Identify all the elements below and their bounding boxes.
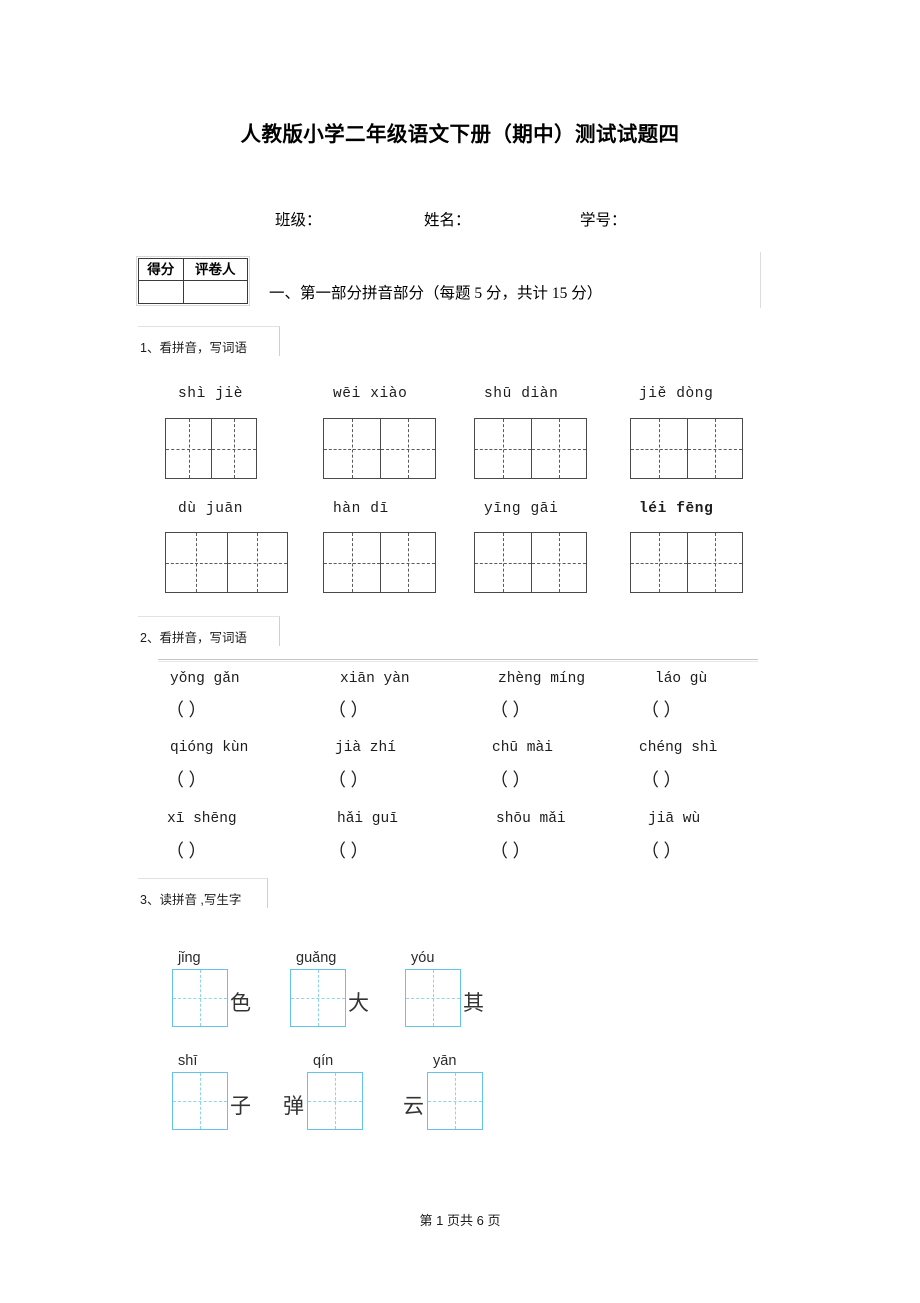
q3-item-2-pinyin: guǎng (296, 950, 337, 966)
q2-r1-pinyin-3: zhèng míng (498, 671, 586, 687)
q3-item-3-char: 其 (463, 991, 484, 1015)
q2-r1-answer-2[interactable]: （ ） (328, 696, 369, 722)
grid-cell[interactable] (631, 419, 687, 478)
q1-r1-pinyin-4: jiě dòng (639, 386, 714, 402)
question-3-label: 3、读拼音 ,写生字 (140, 893, 242, 907)
q3-item-1-char: 色 (230, 991, 251, 1015)
grid-cell[interactable] (686, 419, 743, 478)
grid-cell[interactable] (686, 533, 743, 592)
score-table: 得分 评卷人 (138, 258, 249, 304)
q2-r2-pinyin-4: chéng shì (639, 740, 718, 756)
q1-r2-pinyin-3: yīng gāi (484, 501, 559, 517)
grid-cell[interactable] (226, 533, 288, 592)
grid-cell[interactable] (324, 419, 380, 478)
q1-r1-grid-1[interactable] (165, 418, 257, 479)
q1-r2-pinyin-2: hàn dī (333, 501, 389, 517)
question-1-label: 1、看拼音，写词语 (140, 341, 247, 355)
q2-r3-answer-1[interactable]: （ ） (166, 837, 207, 863)
q3-item-3-pinyin: yóu (411, 950, 435, 966)
grid-cell[interactable] (530, 419, 587, 478)
q2-r3-answer-4[interactable]: （ ） (641, 837, 682, 863)
q3-item-2-char: 大 (348, 991, 369, 1015)
grader-value-cell[interactable] (182, 280, 249, 304)
score-table-header-row: 得分 评卷人 (138, 258, 249, 281)
q2-r2-pinyin-3: chū mài (492, 740, 553, 756)
q3-item-4-char: 子 (230, 1094, 251, 1118)
q3-item-5-pinyin: qín (313, 1053, 334, 1069)
score-table-value-row (138, 280, 249, 304)
q1-r1-grid-2[interactable] (323, 418, 436, 479)
q2-r1-answer-4[interactable]: （ ） (641, 696, 682, 722)
q1-r1-grid-3[interactable] (474, 418, 587, 479)
q2-r2-pinyin-1: qióng kùn (170, 740, 249, 756)
grid-cell[interactable] (475, 419, 531, 478)
page-title: 人教版小学二年级语文下册（期中）测试试题四 (240, 124, 680, 146)
q2-r2-answer-2[interactable]: （ ） (328, 766, 369, 792)
q2-r1-pinyin-2: xiān yàn (340, 671, 410, 687)
score-value-cell[interactable] (138, 280, 184, 304)
q1-r2-grid-3[interactable] (474, 532, 587, 593)
q2-r2-answer-3[interactable]: （ ） (490, 766, 531, 792)
q2-r1-answer-1[interactable]: （ ） (166, 696, 207, 722)
class-field-label: 班级： (275, 212, 322, 229)
q2-r3-pinyin-4: jiā wù (648, 811, 701, 827)
q3-item-3-grid[interactable] (405, 969, 461, 1027)
q2-r1-pinyin-1: yǒng gǎn (170, 671, 240, 687)
student-id-field-label: 学号： (580, 212, 627, 229)
grid-cell[interactable] (475, 533, 531, 592)
q2-r1-answer-3[interactable]: （ ） (490, 696, 531, 722)
grid-cell[interactable] (631, 533, 687, 592)
q1-r2-pinyin-1: dù juān (178, 501, 244, 517)
q1-r2-pinyin-4: léi fēng (639, 501, 714, 517)
q3-item-4-grid[interactable] (172, 1072, 228, 1130)
q2-r2-answer-4[interactable]: （ ） (641, 766, 682, 792)
q3-item-4-pinyin: shī (178, 1053, 198, 1069)
q1-r2-grid-4[interactable] (630, 532, 743, 593)
section-heading: 一、第一部分拼音部分（每题 5 分，共计 15 分） (269, 285, 603, 302)
grid-cell[interactable] (530, 533, 587, 592)
student-info-row: 班级： 姓名： 学号： (275, 208, 775, 232)
q2-r3-pinyin-2: hǎi guī (337, 811, 398, 827)
name-field-label: 姓名： (424, 212, 471, 229)
page-footer: 第 1 页共 6 页 (419, 1213, 501, 1228)
q2-r3-answer-2[interactable]: （ ） (328, 837, 369, 863)
q3-item-5-grid[interactable] (307, 1072, 363, 1130)
question-2-rule (158, 659, 758, 662)
question-2-label: 2、看拼音，写词语 (140, 631, 247, 645)
q3-item-6-pinyin: yān (433, 1053, 457, 1069)
grid-cell[interactable] (166, 533, 227, 592)
q1-r1-pinyin-2: wēi xiào (333, 386, 408, 402)
q1-r1-grid-4[interactable] (630, 418, 743, 479)
q2-r3-pinyin-3: shōu mǎi (496, 811, 566, 827)
grid-cell[interactable] (211, 419, 256, 478)
q3-item-5-char: 弹 (283, 1094, 304, 1118)
q3-item-6-grid[interactable] (427, 1072, 483, 1130)
q2-r2-pinyin-2: jià zhí (335, 740, 396, 756)
grader-header-cell: 评卷人 (182, 258, 249, 281)
q2-r2-answer-1[interactable]: （ ） (166, 766, 207, 792)
score-header-cell: 得分 (138, 258, 184, 281)
q1-r1-pinyin-1: shì jiè (178, 386, 244, 402)
q3-item-1-pinyin: jǐng (178, 950, 201, 966)
grid-cell[interactable] (379, 533, 436, 592)
q2-r3-pinyin-1: xī shēng (167, 811, 237, 827)
q2-r1-pinyin-4: láo gù (655, 671, 708, 687)
q2-r3-answer-3[interactable]: （ ） (490, 837, 531, 863)
q3-item-6-char: 云 (403, 1094, 424, 1118)
grid-cell[interactable] (379, 419, 436, 478)
q1-r2-grid-2[interactable] (323, 532, 436, 593)
q3-item-1-grid[interactable] (172, 969, 228, 1027)
exam-page: 人教版小学二年级语文下册（期中）测试试题四 班级： 姓名： 学号： 得分 评卷人… (0, 0, 920, 1303)
q3-item-2-grid[interactable] (290, 969, 346, 1027)
grid-cell[interactable] (166, 419, 211, 478)
grid-cell[interactable] (324, 533, 380, 592)
q1-r2-grid-1[interactable] (165, 532, 288, 593)
q1-r1-pinyin-3: shū diàn (484, 386, 559, 402)
